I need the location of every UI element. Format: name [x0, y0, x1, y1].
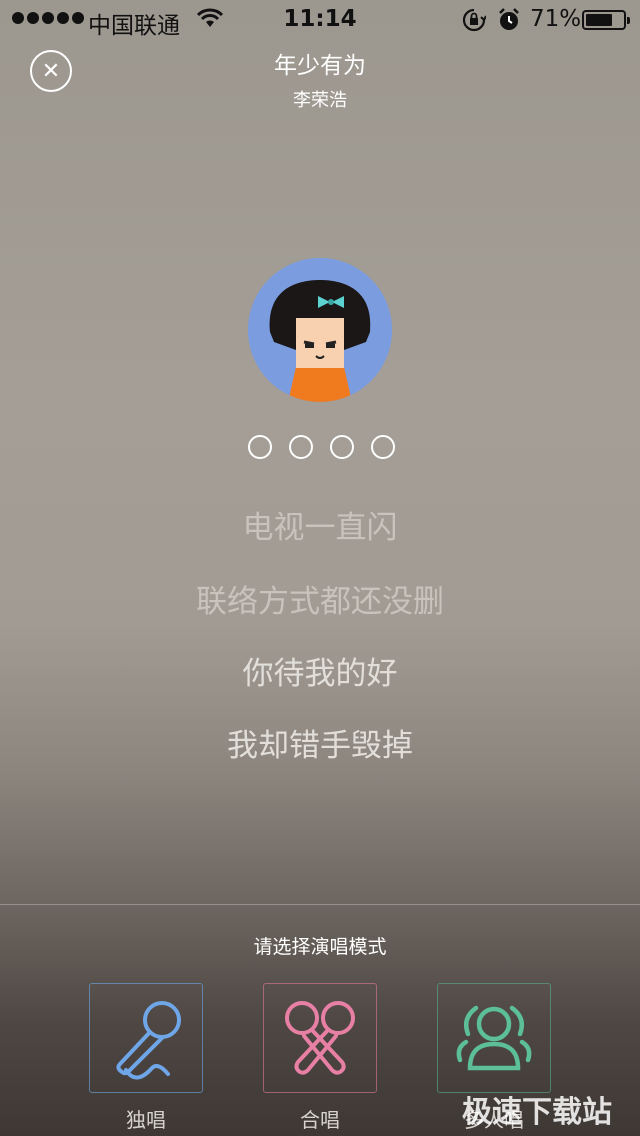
- battery-icon: [582, 10, 630, 30]
- countdown-dot: [248, 435, 272, 459]
- countdown-dot: [330, 435, 354, 459]
- artist-name: 李荣浩: [293, 90, 347, 111]
- countdown-dots: [248, 435, 395, 459]
- divider: [0, 904, 640, 905]
- song-title: 年少有为: [274, 53, 366, 79]
- countdown-dot: [371, 435, 395, 459]
- lyric-line: 电视一直闪: [242, 510, 398, 546]
- microphone-icon: [116, 1001, 181, 1080]
- countdown-dot: [289, 435, 313, 459]
- people-icon: [456, 1005, 532, 1071]
- lyric-line: 我却错手毁掉: [227, 728, 413, 764]
- battery-percentage: 71%: [530, 6, 582, 32]
- duet-mode-button[interactable]: [263, 983, 377, 1093]
- group-mode-button[interactable]: [437, 983, 551, 1093]
- solo-mode-button[interactable]: [89, 983, 203, 1093]
- rotation-lock-icon: [462, 8, 487, 38]
- mode-prompt: 请选择演唱模式: [253, 936, 387, 958]
- lyric-line: 联络方式都还没删: [196, 584, 444, 620]
- user-avatar: [248, 258, 392, 402]
- solo-mode-label: 独唱: [126, 1108, 166, 1132]
- lyric-line: 你待我的好: [242, 656, 398, 692]
- two-microphones-icon: [285, 1001, 355, 1075]
- watermark: 极速下载站: [462, 1095, 612, 1130]
- alarm-icon: [498, 8, 520, 38]
- duet-mode-label: 合唱: [300, 1108, 340, 1132]
- status-bar: 中国联通 11:14 71%: [0, 0, 640, 40]
